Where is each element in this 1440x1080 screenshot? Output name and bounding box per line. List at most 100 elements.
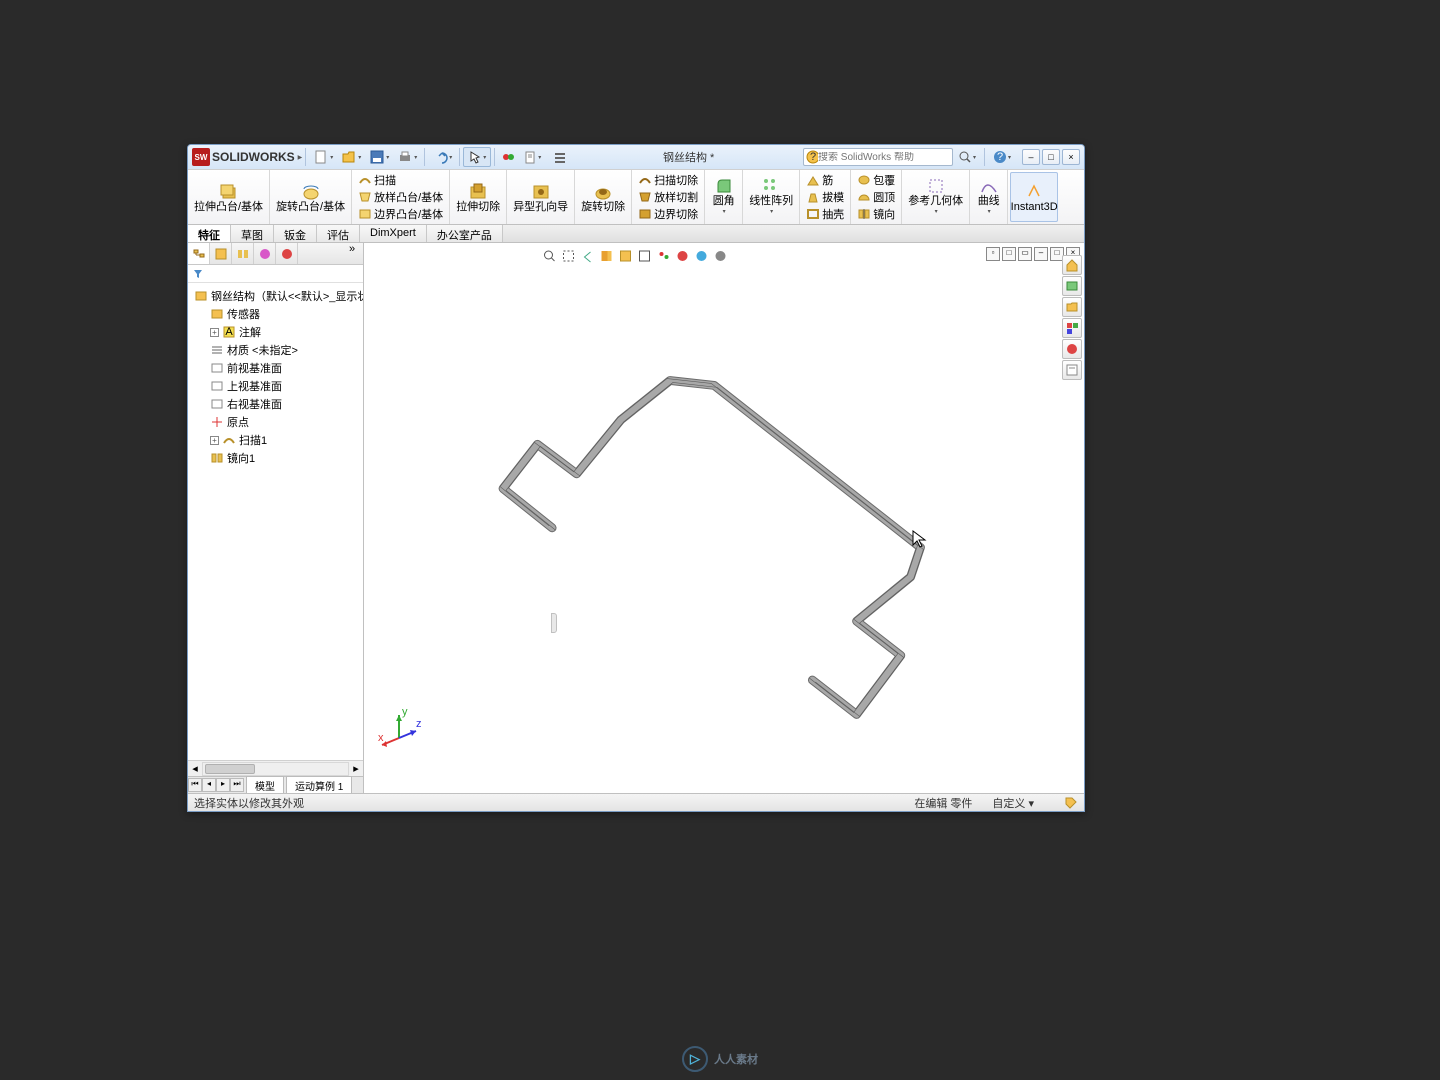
h-scrollbar[interactable]: ◂ ▸ [188,760,363,776]
options-button[interactable] [546,147,574,167]
undo-button[interactable]: ▾ [428,147,456,167]
display-style-icon[interactable]: ▾ [638,249,654,265]
instant3d-button[interactable]: Instant3D [1009,181,1060,214]
dimxpert-manager-tab[interactable] [254,243,276,264]
draft-button[interactable]: 拔模 [804,189,846,206]
swept-cut-button[interactable]: 扫描切除 [636,172,700,189]
maximize-button[interactable]: □ [1042,149,1060,165]
feature-tree-tab[interactable] [188,243,210,264]
new-button[interactable]: ▾ [309,147,337,167]
svg-text:x: x [378,732,384,744]
triad-icon: x y z [374,703,424,753]
tree-right-plane[interactable]: 右视基准面 [190,395,361,413]
curves-button[interactable]: 曲线▾ [976,175,1002,219]
bottom-tab-model[interactable]: 模型 [246,776,284,794]
taskpane-custom-props[interactable] [1062,360,1082,380]
prev-view-icon[interactable] [581,249,597,265]
taskpane-appearances[interactable] [1062,339,1082,359]
open-button[interactable]: ▾ [337,147,365,167]
shell-button[interactable]: 抽壳 [804,206,846,223]
help-button[interactable]: ?▾ [988,147,1016,167]
rib-button[interactable]: 筋 [804,172,846,189]
tree-top-plane[interactable]: 上视基准面 [190,377,361,395]
document-title: 钢丝结构 * [574,149,803,165]
close-button[interactable]: × [1062,149,1080,165]
display-manager-tab[interactable] [276,243,298,264]
tab-evaluate[interactable]: 评估 [317,225,360,242]
watermark: ▷ 人人素材 [682,1046,758,1072]
tab-nav-first[interactable]: ⏮ [188,778,202,792]
search-go-button[interactable]: ▾ [953,147,981,167]
tree-material[interactable]: 材质 <未指定> [190,341,361,359]
tab-sheetmetal[interactable]: 钣金 [274,225,317,242]
linear-pattern-button[interactable]: 线性阵列▾ [747,175,795,219]
tab-features[interactable]: 特征 [188,225,231,242]
expand-icon[interactable]: + [210,328,219,337]
section-view-icon[interactable] [600,249,616,265]
tree-sensors[interactable]: 传感器 [190,305,361,323]
revolved-cut-button[interactable]: 旋转切除 [579,181,627,214]
taskpane-home[interactable] [1062,255,1082,275]
search-box[interactable]: ? [803,148,953,166]
vp-minimize[interactable]: – [1034,247,1048,261]
tree-root[interactable]: 钢丝结构（默认<<默认>_显示状 [190,287,361,305]
vp-btn-3[interactable]: ▭ [1018,247,1032,261]
vp-btn-2[interactable]: □ [1002,247,1016,261]
logo-dropdown-icon[interactable]: ▶ [298,154,303,161]
edit-appearance-icon[interactable]: ▾ [676,249,692,265]
tab-office[interactable]: 办公室产品 [427,225,503,242]
revolve-boss-button[interactable]: 旋转凸台/基体 [274,181,347,214]
apply-scene-icon[interactable]: ▾ [695,249,711,265]
tree-annotations[interactable]: +A注解 [190,323,361,341]
minimize-button[interactable]: – [1022,149,1040,165]
feature-tree: 钢丝结构（默认<<默认>_显示状 传感器 +A注解 材质 <未指定> 前视基准面… [188,283,363,760]
search-input[interactable] [818,152,950,163]
view-orient-icon[interactable]: ▾ [619,249,635,265]
tree-front-plane[interactable]: 前视基准面 [190,359,361,377]
panel-drag-handle[interactable] [551,613,557,633]
wrap-button[interactable]: 包覆 [855,172,897,189]
select-button[interactable]: ▾ [463,147,491,167]
filter-row[interactable] [188,265,363,283]
hole-wizard-button[interactable]: 异型孔向导 [511,181,570,214]
tab-nav-prev[interactable]: ◂ [202,778,216,792]
extrude-boss-button[interactable]: 拉伸凸台/基体 [192,181,265,214]
status-tag-icon[interactable] [1064,796,1078,810]
zoom-fit-icon[interactable] [543,249,559,265]
expand-icon[interactable]: + [210,436,219,445]
taskpane-file-explorer[interactable] [1062,297,1082,317]
rebuild-button[interactable] [498,147,518,167]
status-custom[interactable]: 自定义 ▾ [992,795,1034,811]
taskpane-design-lib[interactable] [1062,276,1082,296]
hide-show-icon[interactable]: ▾ [657,249,673,265]
tab-sketch[interactable]: 草图 [231,225,274,242]
tab-dimxpert[interactable]: DimXpert [360,225,427,242]
lofted-cut-button[interactable]: 放样切割 [636,189,700,206]
taskpane-view-palette[interactable] [1062,318,1082,338]
property-manager-tab[interactable] [210,243,232,264]
bottom-tab-motion[interactable]: 运动算例 1 [286,776,352,794]
sweep-button[interactable]: 扫描 [356,172,445,189]
tree-origin[interactable]: 原点 [190,413,361,431]
tab-nav-next[interactable]: ▸ [216,778,230,792]
fillet-button[interactable]: 圆角▾ [711,175,737,219]
dome-button[interactable]: 圆顶 [855,189,897,206]
viewport[interactable]: x y z ▫ □ ▭ – □ × [364,243,1084,793]
config-manager-tab[interactable] [232,243,254,264]
boundary-button[interactable]: 边界凸台/基体 [356,206,445,223]
loft-button[interactable]: 放样凸台/基体 [356,189,445,206]
extruded-cut-button[interactable]: 拉伸切除 [454,181,502,214]
tree-mirror1[interactable]: 镜向1 [190,449,361,467]
mirror-button[interactable]: 镜向 [855,206,897,223]
view-settings-icon[interactable]: ▾ [714,249,730,265]
ref-geometry-button[interactable]: 参考几何体▾ [906,175,965,219]
file-props-button[interactable]: ▾ [518,147,546,167]
zoom-area-icon[interactable] [562,249,578,265]
boundary-cut-button[interactable]: 边界切除 [636,206,700,223]
print-button[interactable]: ▾ [393,147,421,167]
panel-collapse-icon[interactable]: » [341,243,363,264]
save-button[interactable]: ▾ [365,147,393,167]
tab-nav-last[interactable]: ⏭ [230,778,244,792]
tree-sweep1[interactable]: +扫描1 [190,431,361,449]
vp-btn-1[interactable]: ▫ [986,247,1000,261]
